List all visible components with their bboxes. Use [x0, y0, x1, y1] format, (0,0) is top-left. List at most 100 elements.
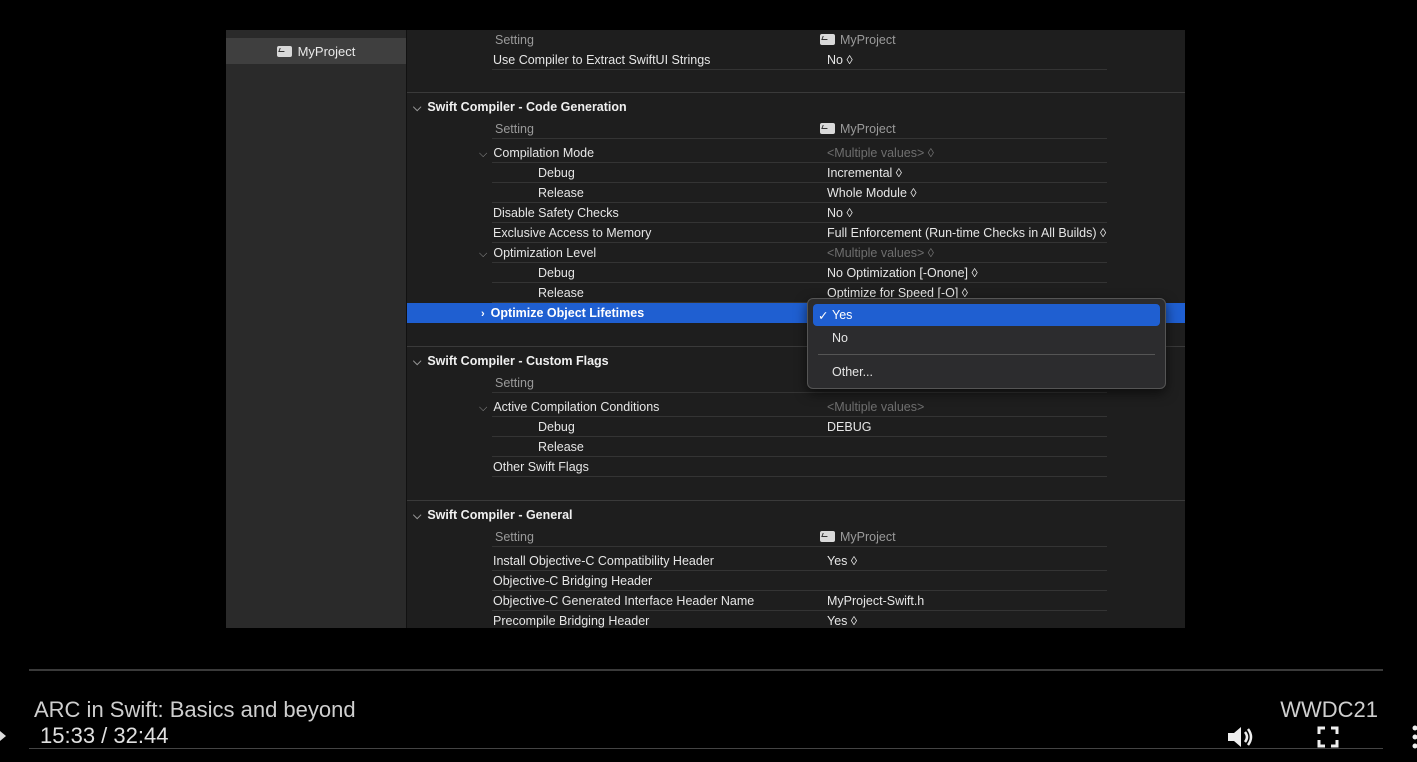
setting-label: Release — [538, 440, 584, 454]
project-column-header: MyProject — [820, 33, 896, 47]
setting-label: Exclusive Access to Memory — [493, 226, 652, 240]
sidebar-item-myproject[interactable]: MyProject — [226, 38, 406, 64]
sidebar-item-label: MyProject — [297, 43, 356, 59]
setting-column-header: Setting — [495, 122, 534, 136]
section-header-code-generation[interactable]: ⌵ Swift Compiler - Code Generation — [407, 97, 1185, 117]
section-header-general[interactable]: ⌵ Swift Compiler - General — [407, 505, 1185, 525]
divider — [492, 476, 1107, 477]
chevron-down-icon[interactable]: ⌵ — [413, 510, 421, 522]
video-title: ARC in Swift: Basics and beyond — [34, 697, 356, 722]
setting-column-header: Setting — [495, 530, 534, 544]
chevron-down-icon[interactable]: ⌵ — [413, 356, 421, 368]
setting-label: Release — [538, 286, 584, 300]
setting-row-precompile[interactable]: Precompile Bridging Header Yes ◊ — [407, 611, 1185, 628]
setting-row-exclusive-access[interactable]: Exclusive Access to Memory Full Enforcem… — [407, 223, 1185, 243]
setting-label: Debug — [538, 166, 575, 180]
setting-value[interactable]: <Multiple values> ◊ — [827, 246, 934, 260]
target-icon — [820, 123, 835, 134]
section-title: Swift Compiler - Custom Flags — [427, 354, 609, 368]
setting-header-row: Setting MyProject — [407, 30, 1185, 50]
setting-row-install-header[interactable]: Install Objective-C Compatibility Header… — [407, 551, 1185, 571]
setting-label: Debug — [538, 266, 575, 280]
setting-row-other-swift-flags[interactable]: Other Swift Flags — [407, 457, 1185, 477]
setting-row-swiftui-strings[interactable]: Use Compiler to Extract SwiftUI Strings … — [407, 50, 1185, 70]
setting-row-bridging-header[interactable]: Objective-C Bridging Header — [407, 571, 1185, 591]
value-popup-menu: ✓ Yes No Other... — [807, 298, 1166, 389]
setting-label: Debug — [538, 420, 575, 434]
setting-value[interactable]: <Multiple values> — [827, 400, 924, 414]
setting-label: Precompile Bridging Header — [493, 614, 650, 628]
speaker-icon[interactable] — [1226, 724, 1256, 750]
menu-item-label: No — [832, 331, 848, 345]
setting-row-generated-header[interactable]: Objective-C Generated Interface Header N… — [407, 591, 1185, 611]
checkmark-icon: ✓ — [818, 309, 829, 323]
section-divider — [407, 500, 1185, 501]
section-divider — [407, 92, 1185, 93]
setting-row-ac-debug[interactable]: Debug DEBUG — [407, 417, 1185, 437]
setting-value[interactable]: Incremental ◊ — [827, 166, 902, 180]
setting-row-active-conditions[interactable]: ⌵ Active Compilation Conditions <Multiple… — [407, 397, 1185, 417]
setting-label: Install Objective-C Compatibility Header — [493, 554, 714, 568]
setting-value[interactable]: No Optimization [-Onone] ◊ — [827, 266, 978, 280]
playback-time: 15:33 / 32:44 — [40, 723, 169, 748]
video-progress-bar[interactable] — [29, 669, 1383, 671]
setting-label: Compilation Mode — [493, 146, 595, 160]
project-column-header: MyProject — [820, 122, 896, 136]
setting-row-compilation-mode[interactable]: ⌵ Compilation Mode <Multiple values> ◊ — [407, 143, 1185, 163]
setting-label: Active Compilation Conditions — [493, 400, 660, 414]
setting-label: Objective-C Generated Interface Header N… — [493, 594, 755, 608]
fullscreen-icon[interactable] — [1317, 726, 1339, 748]
setting-label: Optimize Object Lifetimes — [490, 306, 645, 320]
menu-item-label: Yes — [832, 308, 853, 322]
chevron-down-icon[interactable]: ⌵ — [479, 402, 487, 414]
target-icon — [276, 45, 292, 57]
setting-value[interactable]: No ◊ — [827, 206, 853, 220]
section-title: Swift Compiler - General — [427, 508, 573, 522]
setting-row-ac-release[interactable]: Release — [407, 437, 1185, 457]
divider — [492, 392, 1107, 393]
setting-value[interactable]: No ◊ — [827, 53, 853, 67]
chevron-down-icon[interactable]: ⌵ — [413, 102, 421, 114]
section-title: Swift Compiler - Code Generation — [427, 100, 627, 114]
event-brand: WWDC21 — [1280, 697, 1378, 722]
setting-row-optimization-level[interactable]: ⌵ Optimization Level <Multiple values> ◊ — [407, 243, 1185, 263]
chevron-right-icon[interactable]: › — [481, 308, 485, 320]
setting-label: Disable Safety Checks — [493, 206, 619, 220]
setting-value[interactable]: MyProject-Swift.h — [827, 594, 924, 608]
setting-row-disable-safety[interactable]: Disable Safety Checks No ◊ — [407, 203, 1185, 223]
menu-item-no[interactable]: No — [813, 327, 1160, 349]
target-icon — [820, 531, 835, 542]
more-icon[interactable] — [1412, 724, 1417, 750]
setting-value[interactable]: Full Enforcement (Run-time Checks in All… — [827, 226, 1106, 240]
setting-row-ol-debug[interactable]: Debug No Optimization [-Onone] ◊ — [407, 263, 1185, 283]
setting-value[interactable]: <Multiple values> ◊ — [827, 146, 934, 160]
setting-value[interactable]: Yes ◊ — [827, 614, 857, 628]
menu-item-label: Other... — [832, 365, 873, 379]
setting-value[interactable]: DEBUG — [827, 420, 871, 434]
target-icon — [820, 34, 835, 45]
menu-item-other[interactable]: Other... — [813, 361, 1160, 383]
divider — [492, 138, 1107, 139]
menu-item-yes[interactable]: ✓ Yes — [813, 304, 1160, 326]
menu-separator — [818, 354, 1155, 355]
setting-header-row: Setting MyProject — [407, 119, 1185, 139]
setting-column-header: Setting — [495, 376, 534, 390]
setting-row-cm-release[interactable]: Release Whole Module ◊ — [407, 183, 1185, 203]
setting-label: Use Compiler to Extract SwiftUI Strings — [493, 53, 711, 67]
setting-header-row: Setting MyProject — [407, 527, 1185, 547]
controls-divider — [29, 748, 1383, 749]
chevron-down-icon[interactable]: ⌵ — [479, 148, 487, 160]
setting-label: Optimization Level — [493, 246, 597, 260]
setting-value[interactable]: Yes ◊ — [827, 554, 857, 568]
setting-column-header: Setting — [495, 33, 534, 47]
project-column-header: MyProject — [820, 530, 896, 544]
setting-label: Release — [538, 186, 584, 200]
setting-row-cm-debug[interactable]: Debug Incremental ◊ — [407, 163, 1185, 183]
setting-label: Objective-C Bridging Header — [493, 574, 653, 588]
setting-label: Other Swift Flags — [493, 460, 589, 474]
divider — [492, 546, 1107, 547]
divider — [492, 69, 1107, 70]
play-icon[interactable] — [0, 731, 6, 741]
setting-value[interactable]: Whole Module ◊ — [827, 186, 917, 200]
chevron-down-icon[interactable]: ⌵ — [479, 248, 487, 260]
